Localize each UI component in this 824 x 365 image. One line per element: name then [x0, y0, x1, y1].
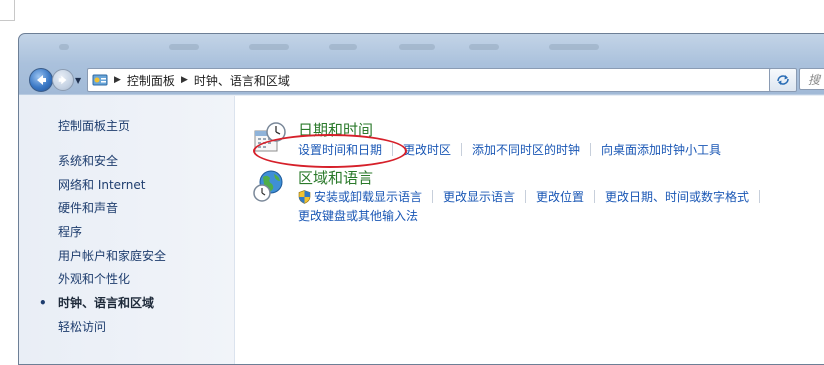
title-bar-blur [329, 44, 357, 50]
change-location-link[interactable]: 更改位置 [536, 188, 584, 205]
sidebar-item-network-internet[interactable]: 网络和 Internet [58, 174, 166, 198]
link-separator [759, 190, 761, 203]
forward-button[interactable] [52, 69, 74, 91]
link-separator [525, 190, 527, 203]
sidebar-item-clock-language-region[interactable]: • 时钟、语言和区域 [39, 292, 166, 316]
title-bar-blur [249, 44, 289, 50]
sidebar-category-list: 系统和安全 网络和 Internet 硬件和声音 程序 用户帐户和家庭安全 外观… [39, 150, 166, 340]
sidebar: 控制面板主页 系统和安全 网络和 Internet 硬件和声音 程序 用户帐户和… [19, 96, 235, 364]
link-separator [590, 143, 592, 156]
main-content: 日期和时间 设置时间和日期 更改时区 添加不同时区的时钟 向桌面添加时钟小工具 [235, 96, 824, 364]
forward-arrow-icon [58, 75, 67, 85]
sidebar-item-hardware-sound[interactable]: 硬件和声音 [58, 197, 166, 221]
sidebar-item-appearance[interactable]: 外观和个性化 [58, 268, 166, 292]
date-time-links: 设置时间和日期 更改时区 添加不同时区的时钟 向桌面添加时钟小工具 [298, 141, 721, 158]
uac-shield-icon [298, 189, 311, 204]
change-display-language-link[interactable]: 更改显示语言 [443, 188, 515, 205]
title-bar-blur [169, 44, 199, 50]
breadcrumb-control-panel[interactable]: 控制面板 [127, 72, 175, 89]
refresh-icon [777, 75, 789, 85]
change-timezone-link[interactable]: 更改时区 [403, 141, 451, 158]
install-uninstall-languages-link[interactable]: 安装或卸载显示语言 [314, 188, 422, 205]
link-separator [461, 143, 463, 156]
navigation-bar: ▼ ▶ 控制面板 ▶ 时钟、语言和区域 ▼ [19, 64, 824, 94]
region-language-links-row2: 更改键盘或其他输入法 [298, 207, 418, 224]
breadcrumb-clock-language-region[interactable]: 时钟、语言和区域 [194, 72, 290, 89]
category-title-region-language[interactable]: 区域和语言 [298, 167, 373, 188]
sidebar-item-system-security[interactable]: 系统和安全 [58, 150, 166, 174]
sidebar-item-label: 时钟、语言和区域 [58, 296, 155, 311]
recent-pages-dropdown-icon[interactable]: ▼ [75, 76, 81, 85]
background-window-edge [0, 0, 15, 21]
title-bar-blur [469, 44, 499, 50]
title-bar-blur [59, 44, 69, 50]
back-button[interactable] [29, 68, 53, 92]
breadcrumb-separator-icon[interactable]: ▶ [114, 75, 121, 85]
search-input[interactable]: 搜 [799, 68, 824, 90]
link-separator [432, 190, 434, 203]
title-bar[interactable] [19, 34, 824, 62]
add-clock-gadget-link[interactable]: 向桌面添加时钟小工具 [601, 141, 721, 158]
title-bar-blur [549, 44, 599, 50]
sidebar-item-user-accounts[interactable]: 用户帐户和家庭安全 [58, 245, 166, 269]
back-arrow-icon [37, 75, 46, 85]
change-formats-link[interactable]: 更改日期、时间或数字格式 [605, 188, 749, 205]
region-language-links-row1: 安装或卸载显示语言 更改显示语言 更改位置 更改日期、时间或数字格式 [298, 188, 770, 205]
address-bar[interactable]: ▶ 控制面板 ▶ 时钟、语言和区域 ▼ [87, 68, 789, 92]
refresh-button[interactable] [769, 68, 797, 92]
sidebar-item-programs[interactable]: 程序 [58, 221, 166, 245]
sidebar-item-ease-of-access[interactable]: 轻松访问 [58, 316, 166, 340]
control-panel-icon [92, 72, 108, 88]
add-clocks-link[interactable]: 添加不同时区的时钟 [472, 141, 580, 158]
active-item-bullet: • [39, 296, 47, 311]
link-separator [594, 190, 596, 203]
control-panel-window: ▼ ▶ 控制面板 ▶ 时钟、语言和区域 ▼ [18, 33, 824, 365]
category-title-date-time[interactable]: 日期和时间 [298, 119, 373, 140]
link-separator [392, 143, 394, 156]
sidebar-home-link[interactable]: 控制面板主页 [58, 117, 130, 134]
set-time-date-link[interactable]: 设置时间和日期 [298, 141, 382, 158]
calendar-clock-icon[interactable] [253, 121, 287, 155]
title-bar-blur [399, 44, 435, 50]
breadcrumb-separator-icon[interactable]: ▶ [181, 75, 188, 85]
change-keyboards-link[interactable]: 更改键盘或其他输入法 [298, 207, 418, 224]
globe-clock-icon[interactable] [253, 169, 287, 203]
